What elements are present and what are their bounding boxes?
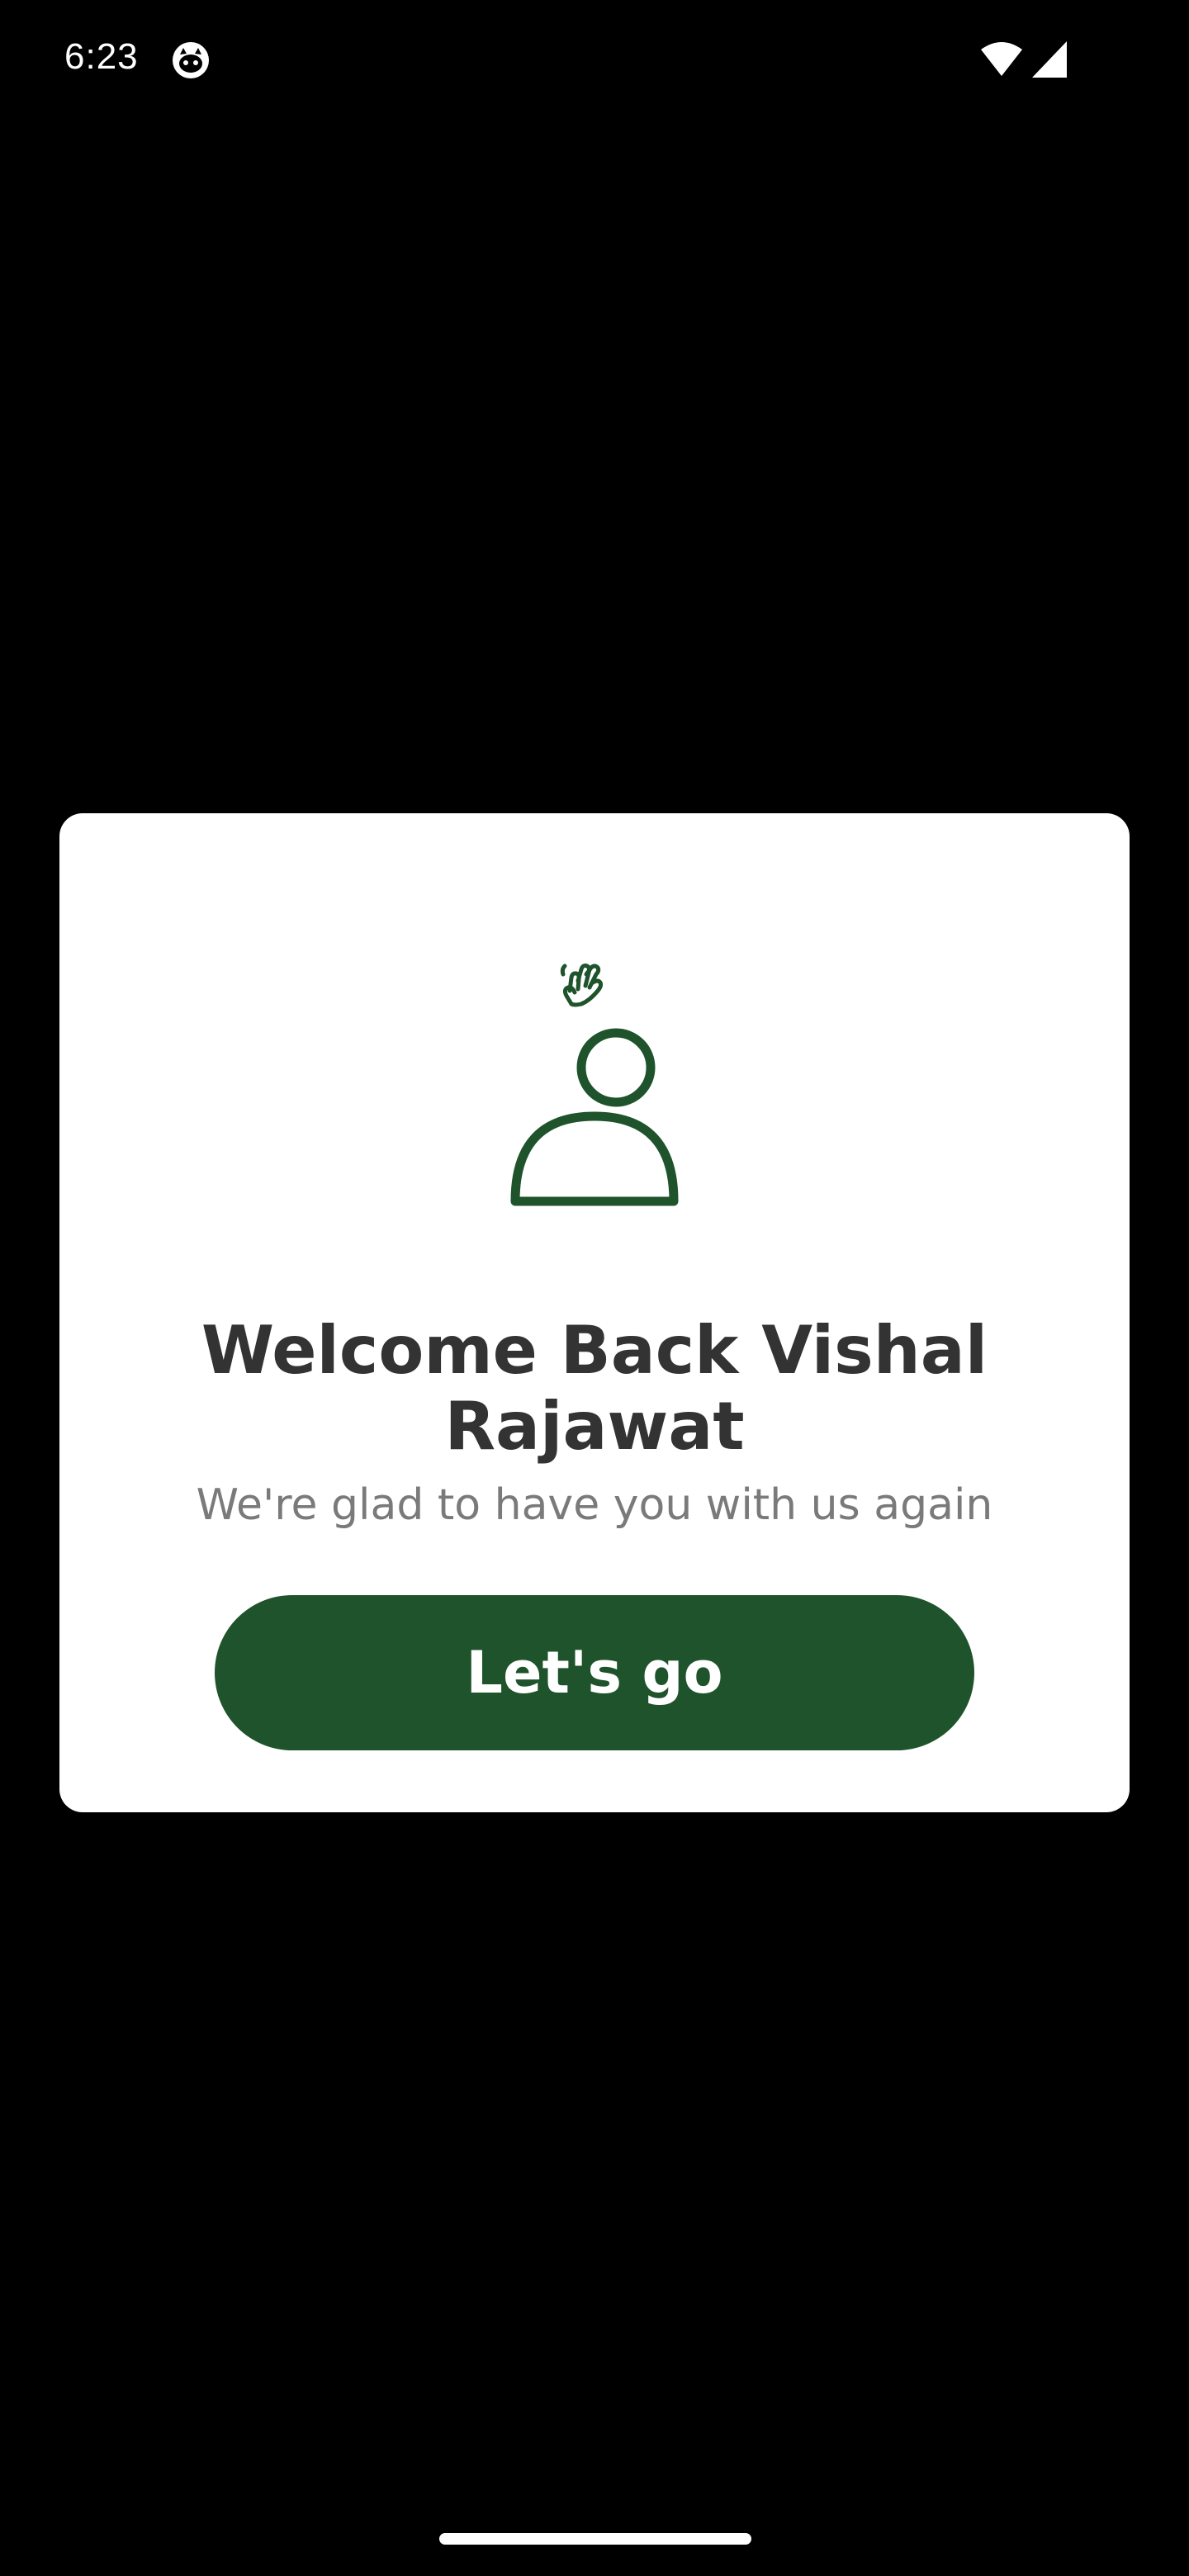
cellular-signal-icon (1032, 41, 1067, 78)
welcome-title: Welcome Back Vishal Rajawat (201, 1312, 988, 1465)
wifi-icon (981, 42, 1022, 76)
lets-go-button[interactable]: Let's go (215, 1595, 974, 1750)
waving-user-icon (510, 964, 679, 1206)
welcome-subtitle: We're glad to have you with us again (196, 1480, 993, 1530)
status-time: 6:23 (64, 36, 139, 77)
status-bar: 6:23 (0, 0, 1189, 124)
home-indicator[interactable] (439, 2533, 751, 2545)
app-notification-icon (173, 42, 209, 78)
